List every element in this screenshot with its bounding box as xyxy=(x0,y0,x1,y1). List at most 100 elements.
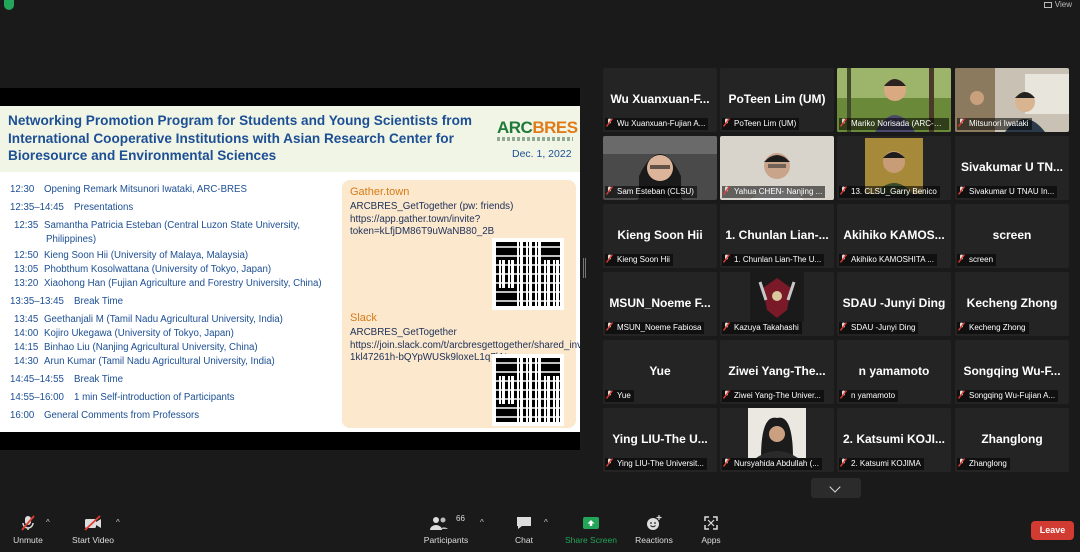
schedule-row: 13:45 Geethanjali M (Tamil Nadu Agricultu… xyxy=(14,314,283,325)
participant-tile[interactable]: Mitsunori Iwataki xyxy=(955,68,1069,132)
participant-display-name: Ying LIU-The U... xyxy=(612,432,708,446)
muted-mic-icon xyxy=(840,118,847,127)
video-options-caret[interactable]: ^ xyxy=(116,518,120,527)
participant-display-name: SDAU -Junyi Ding xyxy=(842,296,946,310)
participant-tile[interactable]: Mariko Norisada (ARC-BR... xyxy=(837,68,951,132)
muted-mic-icon xyxy=(958,322,965,331)
audio-options-caret[interactable]: ^ xyxy=(46,518,50,527)
reactions-button[interactable]: Reactions xyxy=(632,514,676,545)
start-video-button[interactable]: Start Video xyxy=(68,514,118,545)
schedule-row: 12:35–14:45 Presentations xyxy=(10,202,133,213)
participant-tile[interactable]: Wu Xuanxuan-F... Wu Xuanxuan-Fujian A... xyxy=(603,68,717,132)
participant-name-label: Kazuya Takahashi xyxy=(722,322,802,334)
schedule-time: 14:55–16:00 xyxy=(10,392,64,403)
participant-display-name: PoTeen Lim (UM) xyxy=(728,92,826,106)
slide-content: Networking Promotion Program for Student… xyxy=(0,106,580,432)
reactions-icon xyxy=(647,515,662,530)
muted-mic-icon xyxy=(723,186,730,195)
slide-date: Dec. 1, 2022 xyxy=(512,148,572,160)
muted-mic-icon xyxy=(606,254,613,263)
gallery-next-page-button[interactable] xyxy=(811,478,861,498)
apps-button[interactable]: Apps xyxy=(696,514,726,545)
schedule-text: Philippines) xyxy=(46,234,97,245)
schedule-row: 16:00 General Comments from Professors xyxy=(10,410,199,421)
participant-tile[interactable]: 13. CLSU_Garry Benico xyxy=(837,136,951,200)
participant-tile[interactable]: Zhanglong Zhanglong xyxy=(955,408,1069,472)
participant-name-label: 13. CLSU_Garry Benico xyxy=(839,186,940,198)
participant-tile[interactable]: Ziwei Yang-The... Ziwei Yang-The Univer..… xyxy=(720,340,834,404)
chat-button[interactable]: Chat xyxy=(508,514,540,545)
muted-mic-icon xyxy=(840,458,847,467)
muted-mic-icon xyxy=(958,458,965,467)
participant-name-label: 1. Chunlan Lian-The U... xyxy=(722,254,825,266)
participant-tile[interactable]: 1. Chunlan Lian-... 1. Chunlan Lian-The U… xyxy=(720,204,834,268)
links-box: Gather.town ARCBRES_GetTogether (pw: fri… xyxy=(342,180,580,428)
participant-name-label: SDAU -Junyi Ding xyxy=(839,322,919,334)
participant-tile[interactable]: Sivakumar U TN... Sivakumar U TNAU In... xyxy=(955,136,1069,200)
schedule-text: Opening Remark Mitsunori Iwataki, ARC-BR… xyxy=(44,184,247,195)
schedule-row: Philippines) xyxy=(46,234,96,245)
participant-tile[interactable]: 2. Katsumi KOJI... 2. Katsumi KOJIMA xyxy=(837,408,951,472)
schedule-row: 13:05 Phobthum Kosolwattana (University o… xyxy=(14,264,271,275)
view-button[interactable]: View xyxy=(1043,0,1072,9)
participant-display-name: screen xyxy=(992,228,1032,242)
gather-heading: Gather.town xyxy=(350,186,410,198)
participant-tile[interactable]: Sam Esteban (CLSU) xyxy=(603,136,717,200)
schedule-text: Arun Kumar (Tamil Nadu Agricultural Univ… xyxy=(44,356,275,367)
muted-mic-icon xyxy=(958,186,965,195)
participant-tile[interactable]: Kecheng Zhong Kecheng Zhong xyxy=(955,272,1069,336)
muted-mic-icon xyxy=(958,118,965,127)
participant-name-label: Nursyahida Abdullah (... xyxy=(722,458,822,470)
participant-tile[interactable]: screen screen xyxy=(955,204,1069,268)
participant-tile[interactable]: Kieng Soon Hii Kieng Soon Hii xyxy=(603,204,717,268)
split-divider-handle[interactable] xyxy=(583,258,586,278)
participant-tile[interactable]: MSUN_Noeme F... MSUN_Noeme Fabiosa xyxy=(603,272,717,336)
security-shield-icon[interactable] xyxy=(4,0,14,10)
participant-name-label: Mitsunori Iwataki xyxy=(957,118,1032,130)
participant-display-name: Zhanglong xyxy=(981,432,1043,446)
participants-count: 66 xyxy=(456,514,465,523)
participants-options-caret[interactable]: ^ xyxy=(480,518,484,527)
leave-button[interactable]: Leave xyxy=(1031,521,1074,540)
schedule-row: 13:20 Xiaohong Han (Fujian Agriculture an… xyxy=(14,278,322,289)
muted-mic-icon xyxy=(840,322,847,331)
participant-name-label: Yahua CHEN- Nanjing ... xyxy=(722,186,826,198)
schedule-time: 13:05 xyxy=(14,264,39,275)
participant-display-name: 2. Katsumi KOJI... xyxy=(842,432,946,446)
participant-display-name: MSUN_Noeme F... xyxy=(609,296,711,310)
schedule-row: 12:35 Samantha Patricia Esteban (Central … xyxy=(14,220,300,231)
participant-tile[interactable]: Kazuya Takahashi xyxy=(720,272,834,336)
participant-display-name: Wu Xuanxuan-F... xyxy=(610,92,710,106)
reactions-label: Reactions xyxy=(635,535,673,545)
participant-tile[interactable]: Yahua CHEN- Nanjing ... xyxy=(720,136,834,200)
participant-tile[interactable]: Yue Yue xyxy=(603,340,717,404)
top-bar: View xyxy=(0,0,1080,12)
participant-tile[interactable]: SDAU -Junyi Ding SDAU -Junyi Ding xyxy=(837,272,951,336)
schedule-row: 12:50 Kieng Soon Hii (University of Malay… xyxy=(14,250,248,261)
participant-tile[interactable]: Songqing Wu-F... Songqing Wu-Fujian A... xyxy=(955,340,1069,404)
participant-name-label: Sivakumar U TNAU In... xyxy=(957,186,1058,198)
schedule-text: Break Time xyxy=(74,374,123,385)
participant-tile[interactable]: n yamamoto n yamamoto xyxy=(837,340,951,404)
muted-mic-icon xyxy=(840,390,847,399)
apps-label: Apps xyxy=(701,535,721,545)
participant-tile[interactable]: Akihiko KAMOS... Akihiko KAMOSHITA ... xyxy=(837,204,951,268)
schedule-row: 14:15 Binhao Liu (Nanjing Agricultural Un… xyxy=(14,342,258,353)
chat-options-caret[interactable]: ^ xyxy=(544,518,548,527)
unmute-button[interactable]: Unmute xyxy=(8,514,48,545)
participant-display-name: Akihiko KAMOS... xyxy=(843,228,945,242)
participant-name-label: Ying LIU-The Universit... xyxy=(605,458,707,470)
participant-tile[interactable]: Nursyahida Abdullah (... xyxy=(720,408,834,472)
participant-name-label: 2. Katsumi KOJIMA xyxy=(839,458,924,470)
participant-tile[interactable]: PoTeen Lim (UM) PoTeen Lim (UM) xyxy=(720,68,834,132)
gather-text: ARCBRES_GetTogether (pw: friends) https:… xyxy=(350,201,514,238)
participant-display-name: n yamamoto xyxy=(858,364,930,378)
participants-icon xyxy=(430,517,448,530)
participant-tile[interactable]: Ying LIU-The U... Ying LIU-The Universit.… xyxy=(603,408,717,472)
schedule-time: 12:35 xyxy=(14,220,39,231)
participants-button[interactable]: 66 Participants xyxy=(420,514,472,545)
schedule-time: 14:15 xyxy=(14,342,39,353)
participant-display-name: Kecheng Zhong xyxy=(966,296,1058,310)
schedule-time: 14:45–14:55 xyxy=(10,374,64,385)
share-screen-button[interactable]: Share Screen xyxy=(562,514,620,545)
